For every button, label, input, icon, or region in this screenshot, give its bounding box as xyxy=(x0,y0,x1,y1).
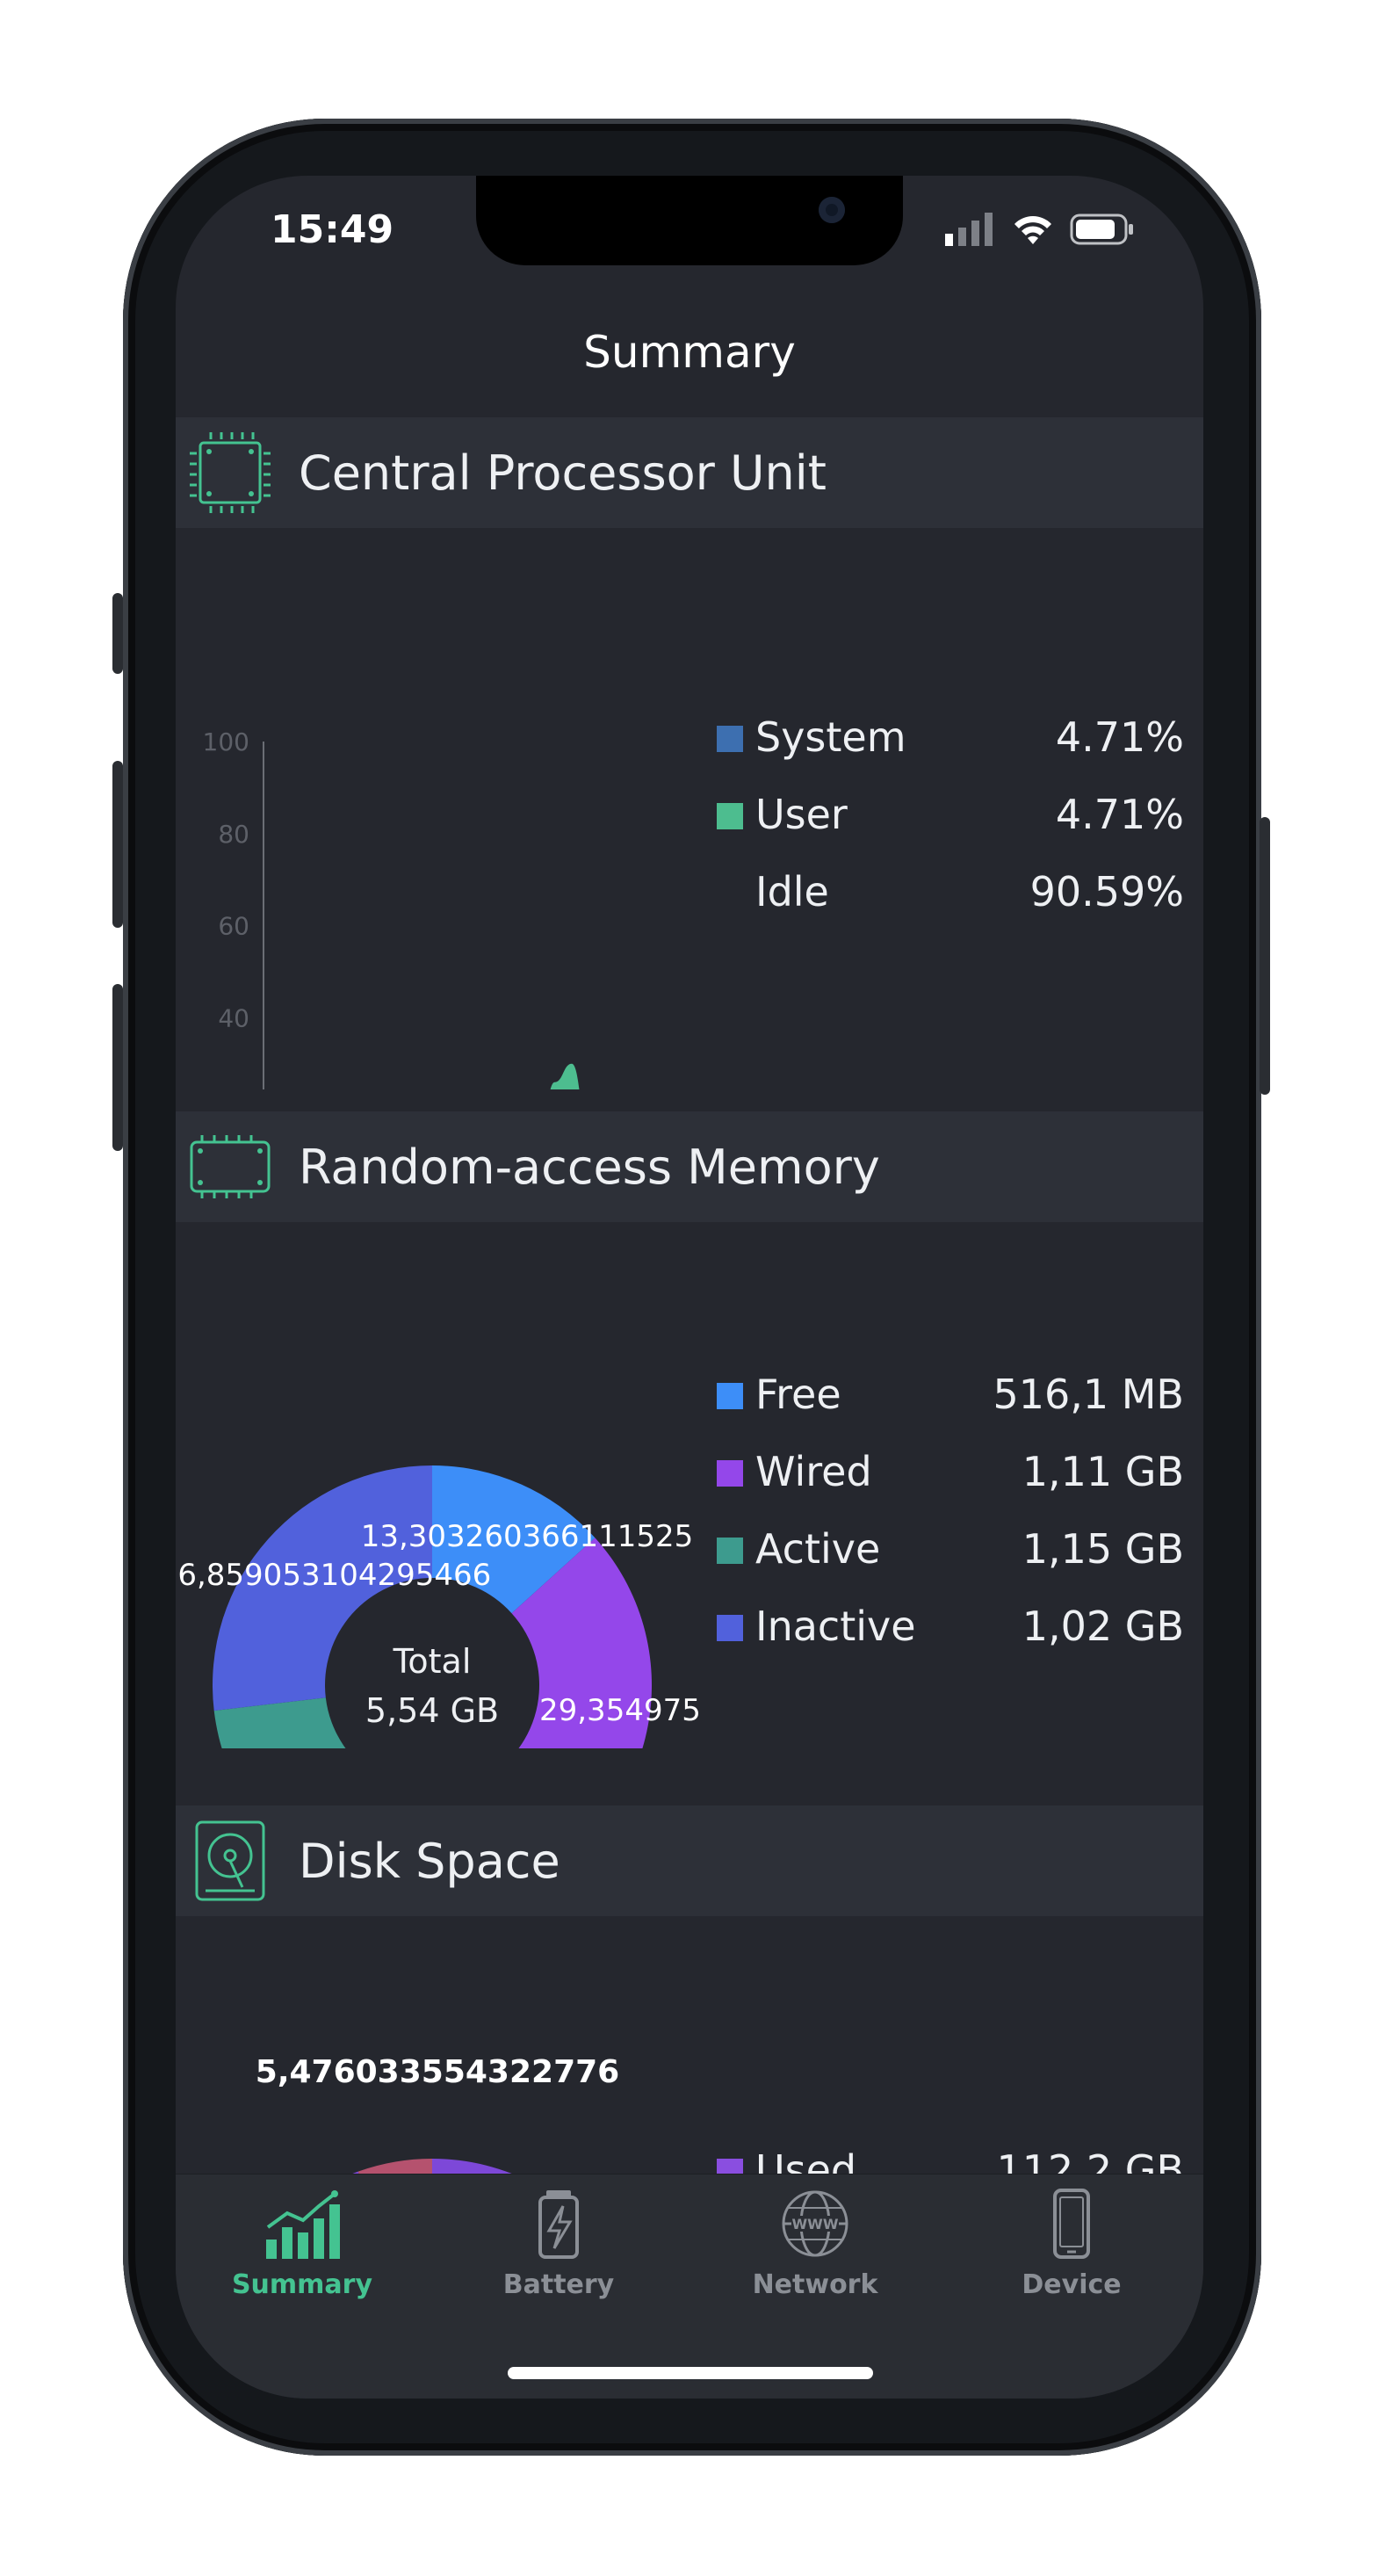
legend-swatch-wired xyxy=(717,1460,743,1487)
ram-donut-chart: 13,30326036611152529,3549751293830,48271… xyxy=(176,1465,703,1748)
y-tick-label-40: 40 xyxy=(218,1003,249,1032)
donut-center-label: Total xyxy=(393,1642,472,1681)
disk-section-header: Disk Space xyxy=(176,1805,1203,1916)
svg-text:WWW: WWW xyxy=(792,2216,839,2232)
legend-row-inactive: Inactive 1,02 GB xyxy=(717,1596,1184,1673)
legend-label-user: User xyxy=(755,791,848,838)
legend-value-idle: 90.59% xyxy=(1029,868,1184,915)
globe-www-icon: WWW xyxy=(782,2190,848,2257)
y-tick-label-80: 80 xyxy=(218,820,249,849)
legend-value-wired: 1,11 GB xyxy=(1022,1448,1184,1495)
legend-label-active: Active xyxy=(755,1525,881,1573)
phone-device-icon xyxy=(1053,2189,1090,2259)
legend-value-inactive: 1,02 GB xyxy=(1022,1603,1184,1650)
series-area-user xyxy=(550,1063,580,1089)
cpu-section-header: Central Processor Unit xyxy=(176,417,1203,528)
tab-network-label: Network xyxy=(752,2269,878,2300)
memory-module-icon xyxy=(190,1135,271,1198)
cpu-legend: System 4.71% User 4.71% Idle 90.59% xyxy=(717,706,1184,938)
status-icons xyxy=(945,213,1135,246)
app-screen: 15:49 Summary Central Processor Unit 100… xyxy=(176,176,1203,2399)
tab-summary[interactable]: Summary xyxy=(188,2189,416,2300)
ram-section-header: Random-access Memory xyxy=(176,1111,1203,1222)
hard-disk-icon xyxy=(195,1820,265,1901)
tab-summary-label: Summary xyxy=(231,2269,373,2300)
tab-battery[interactable]: Battery xyxy=(444,2189,673,2300)
home-indicator xyxy=(508,2367,873,2379)
cellular-signal-icon xyxy=(945,213,993,246)
cpu-usage-chart: 100806040200 xyxy=(203,727,580,1089)
donut-center-value: 5,54 GB xyxy=(365,1691,499,1730)
cpu-chip-icon xyxy=(190,432,271,513)
legend-row-idle: Idle 90.59% xyxy=(717,861,1184,938)
slice-value-label-wired: 29,35497512938 xyxy=(539,1693,703,1728)
mute-switch xyxy=(112,593,123,674)
legend-label-wired: Wired xyxy=(755,1448,872,1495)
legend-value-free: 516,1 MB xyxy=(993,1371,1184,1418)
legend-label-idle: Idle xyxy=(755,868,829,915)
legend-label-free: Free xyxy=(755,1371,841,1418)
notch xyxy=(476,176,903,265)
disk-section-title: Disk Space xyxy=(299,1833,560,1889)
tab-device-label: Device xyxy=(1022,2269,1122,2300)
tab-network[interactable]: WWW Network xyxy=(701,2189,929,2300)
battery-status-icon xyxy=(1070,213,1133,245)
status-time: 15:49 xyxy=(271,207,394,252)
legend-swatch-system xyxy=(717,726,743,752)
legend-label-system: System xyxy=(755,713,906,761)
ram-legend: Free 516,1 MB Wired 1,11 GB Active 1,15 … xyxy=(717,1364,1184,1673)
battery-icon xyxy=(538,2190,579,2259)
volume-up-button xyxy=(112,761,123,928)
legend-row-active: Active 1,15 GB xyxy=(717,1518,1184,1596)
legend-value-active: 1,15 GB xyxy=(1022,1525,1184,1573)
power-button xyxy=(1260,817,1270,1095)
volume-down-button xyxy=(112,984,123,1151)
cpu-section-title: Central Processor Unit xyxy=(299,445,827,501)
slice-value-label-inactive: 26,859053104295466 xyxy=(176,1558,491,1593)
legend-swatch-active xyxy=(717,1538,743,1564)
tab-device[interactable]: Device xyxy=(957,2189,1186,2300)
legend-label-inactive: Inactive xyxy=(755,1603,916,1650)
tab-bar: Summary Battery WWW Network Device xyxy=(176,2174,1203,2399)
legend-row-wired: Wired 1,11 GB xyxy=(717,1441,1184,1518)
legend-swatch-inactive xyxy=(717,1615,743,1641)
legend-swatch-user xyxy=(717,803,743,829)
front-camera xyxy=(819,197,845,223)
legend-row-system: System 4.71% xyxy=(717,706,1184,784)
legend-value-user: 4.71% xyxy=(1055,791,1184,838)
slice-value-label-free: 5,476033554322776 xyxy=(256,2054,619,2090)
wifi-icon xyxy=(1014,216,1051,244)
legend-swatch-free xyxy=(717,1383,743,1409)
legend-row-free: Free 516,1 MB xyxy=(717,1364,1184,1441)
tab-battery-label: Battery xyxy=(502,2269,615,2300)
ram-section-title: Random-access Memory xyxy=(299,1139,880,1195)
legend-row-user: User 4.71% xyxy=(717,784,1184,861)
slice-value-label-free: 13,303260366111525 xyxy=(361,1519,694,1554)
page-title: Summary xyxy=(583,327,796,378)
y-tick-label-100: 100 xyxy=(203,727,249,756)
legend-value-system: 4.71% xyxy=(1055,713,1184,761)
y-tick-label-60: 60 xyxy=(218,912,249,941)
chart-bars-icon xyxy=(266,2190,340,2259)
